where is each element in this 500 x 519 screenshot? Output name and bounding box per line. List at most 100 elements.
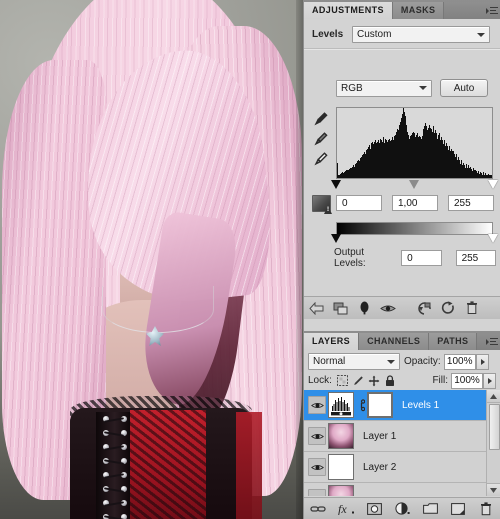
layer-visibility-toggle[interactable] xyxy=(306,396,328,414)
reset-previous-state-icon[interactable] xyxy=(412,297,436,319)
clip-to-layer-icon[interactable] xyxy=(328,297,352,319)
layer-style-fx-icon[interactable]: fx xyxy=(332,498,360,519)
divider-1 xyxy=(304,48,500,50)
opacity-label: Opacity: xyxy=(404,356,441,367)
shadow-input-slider[interactable] xyxy=(331,180,341,189)
adjustments-toolbar xyxy=(304,296,500,319)
layer-row-layer-2[interactable]: Layer 2 xyxy=(304,452,500,483)
delete-layer-icon[interactable] xyxy=(472,498,500,519)
white-point-eyedropper-icon[interactable] xyxy=(313,151,329,167)
tab-paths[interactable]: PATHS xyxy=(429,333,478,350)
output-shadow-field[interactable]: 0 xyxy=(401,250,442,266)
output-levels-label: Output Levels: xyxy=(334,247,366,269)
channel-row: RGB Auto xyxy=(336,79,494,97)
layer-row-levels-1[interactable]: Levels 1 xyxy=(304,390,500,421)
new-group-icon[interactable] xyxy=(416,498,444,519)
input-levels-sliders xyxy=(331,180,498,191)
levels-histogram[interactable] xyxy=(336,107,493,179)
back-arrow-icon[interactable] xyxy=(304,297,328,319)
panel-column: ADJUSTMENTS MASKS Levels Custom RGB Auto… xyxy=(303,0,500,519)
lock-all-icon[interactable] xyxy=(384,374,397,387)
layer-name: Levels 1 xyxy=(402,399,440,411)
white-layer-mask-thumbnail[interactable] xyxy=(367,392,393,418)
image-canvas[interactable] xyxy=(0,0,303,519)
photo-thumbnail[interactable] xyxy=(328,485,354,496)
lock-image-pixels-icon[interactable] xyxy=(352,374,365,387)
new-layer-icon[interactable] xyxy=(444,498,472,519)
opacity-stepper-icon[interactable] xyxy=(475,353,489,370)
lock-transparent-pixels-icon[interactable] xyxy=(336,374,349,387)
scroll-down-icon[interactable] xyxy=(487,483,500,496)
output-highlight-field[interactable]: 255 xyxy=(455,250,496,266)
tab-layers[interactable]: LAYERS xyxy=(304,333,360,350)
reset-adjustment-icon[interactable] xyxy=(436,297,460,319)
layer-visibility-toggle[interactable] xyxy=(306,427,328,445)
gray-point-eyedropper-icon[interactable] xyxy=(313,131,329,147)
chevron-down-icon xyxy=(419,86,427,90)
auto-button[interactable]: Auto xyxy=(440,79,488,97)
corset-red-panel-side xyxy=(236,412,262,519)
layers-scrollbar[interactable] xyxy=(486,390,500,496)
photo-thumbnail[interactable] xyxy=(328,423,354,449)
delete-adjustment-icon[interactable] xyxy=(460,297,484,319)
canvas-edge-shadow xyxy=(296,0,303,519)
link-mask-icon[interactable] xyxy=(357,394,366,416)
histogram-bars xyxy=(337,108,492,178)
shadow-input-field[interactable]: 0 xyxy=(336,195,382,211)
levels-histogram-thumbnail[interactable] xyxy=(328,392,354,418)
levels-preset-value: Custom xyxy=(357,29,392,40)
link-layers-icon[interactable] xyxy=(304,498,332,519)
lock-position-icon[interactable] xyxy=(368,374,381,387)
layer-visibility-toggle[interactable] xyxy=(306,489,328,496)
lock-fill-row: Lock: Fill: 100% xyxy=(304,371,500,390)
fill-stepper-icon[interactable] xyxy=(483,372,496,389)
midtone-input-slider[interactable] xyxy=(409,180,419,189)
visibility-eye-icon xyxy=(310,464,324,470)
blend-mode-value: Normal xyxy=(313,356,346,367)
chevron-down-icon xyxy=(477,32,485,37)
layer-row-layer-1[interactable]: Layer 1 xyxy=(304,421,500,452)
layer-name: Layer 2 xyxy=(363,461,397,473)
corset-red-panel xyxy=(130,410,206,519)
output-shadow-slider[interactable] xyxy=(331,234,341,243)
output-levels-sliders xyxy=(331,234,498,245)
output-highlight-slider[interactable] xyxy=(488,234,498,243)
black-point-eyedropper-icon[interactable] xyxy=(313,111,329,127)
new-adjustment-layer-icon[interactable] xyxy=(388,498,416,519)
white-thumbnail[interactable] xyxy=(328,454,354,480)
chevron-down-icon xyxy=(387,359,395,364)
tab-masks[interactable]: MASKS xyxy=(392,2,445,19)
clip-to-layer-icon[interactable] xyxy=(312,195,331,212)
layer-visibility-toggle[interactable] xyxy=(306,458,328,476)
svg-text:fx: fx xyxy=(338,502,347,515)
blend-mode-dropdown[interactable]: Normal xyxy=(308,353,400,370)
layers-footer-toolbar: fx xyxy=(304,497,500,519)
panel-menu-icon[interactable] xyxy=(484,2,500,19)
layer-row-partial[interactable] xyxy=(304,483,500,496)
preview-eye-icon[interactable] xyxy=(376,297,400,319)
lock-label: Lock: xyxy=(308,375,332,386)
photoshop-window: ADJUSTMENTS MASKS Levels Custom RGB Auto… xyxy=(0,0,500,519)
panel-menu-icon[interactable] xyxy=(484,333,500,350)
tabbar-filler xyxy=(444,2,484,19)
levels-label: Levels xyxy=(312,29,344,40)
highlight-input-slider[interactable] xyxy=(488,180,498,189)
channel-dropdown[interactable]: RGB xyxy=(336,79,432,97)
tab-channels[interactable]: CHANNELS xyxy=(359,333,430,350)
midtone-input-field[interactable]: 1,00 xyxy=(392,195,438,211)
adjustments-body: Levels Custom RGB Auto ! 0 1,00 255 Outp… xyxy=(304,19,500,319)
scrollbar-thumb[interactable] xyxy=(489,404,500,450)
output-levels-row: Output Levels: 0 255 xyxy=(334,247,496,269)
visibility-eye-icon xyxy=(310,433,324,439)
layer-list[interactable]: Levels 1 Layer 1 Layer 2 xyxy=(304,390,500,496)
levels-preset-dropdown[interactable]: Custom xyxy=(352,26,490,43)
adjustment-fill-icon[interactable] xyxy=(352,297,376,319)
opacity-field[interactable]: 100% xyxy=(443,353,476,370)
add-layer-mask-icon[interactable] xyxy=(360,498,388,519)
tab-adjustments[interactable]: ADJUSTMENTS xyxy=(304,2,393,19)
scroll-up-icon[interactable] xyxy=(487,390,500,403)
fill-field[interactable]: 100% xyxy=(451,372,483,389)
highlight-input-field[interactable]: 255 xyxy=(448,195,494,211)
layers-tabbar: LAYERS CHANNELS PATHS xyxy=(304,331,500,350)
layer-name: Layer 1 xyxy=(363,430,397,442)
